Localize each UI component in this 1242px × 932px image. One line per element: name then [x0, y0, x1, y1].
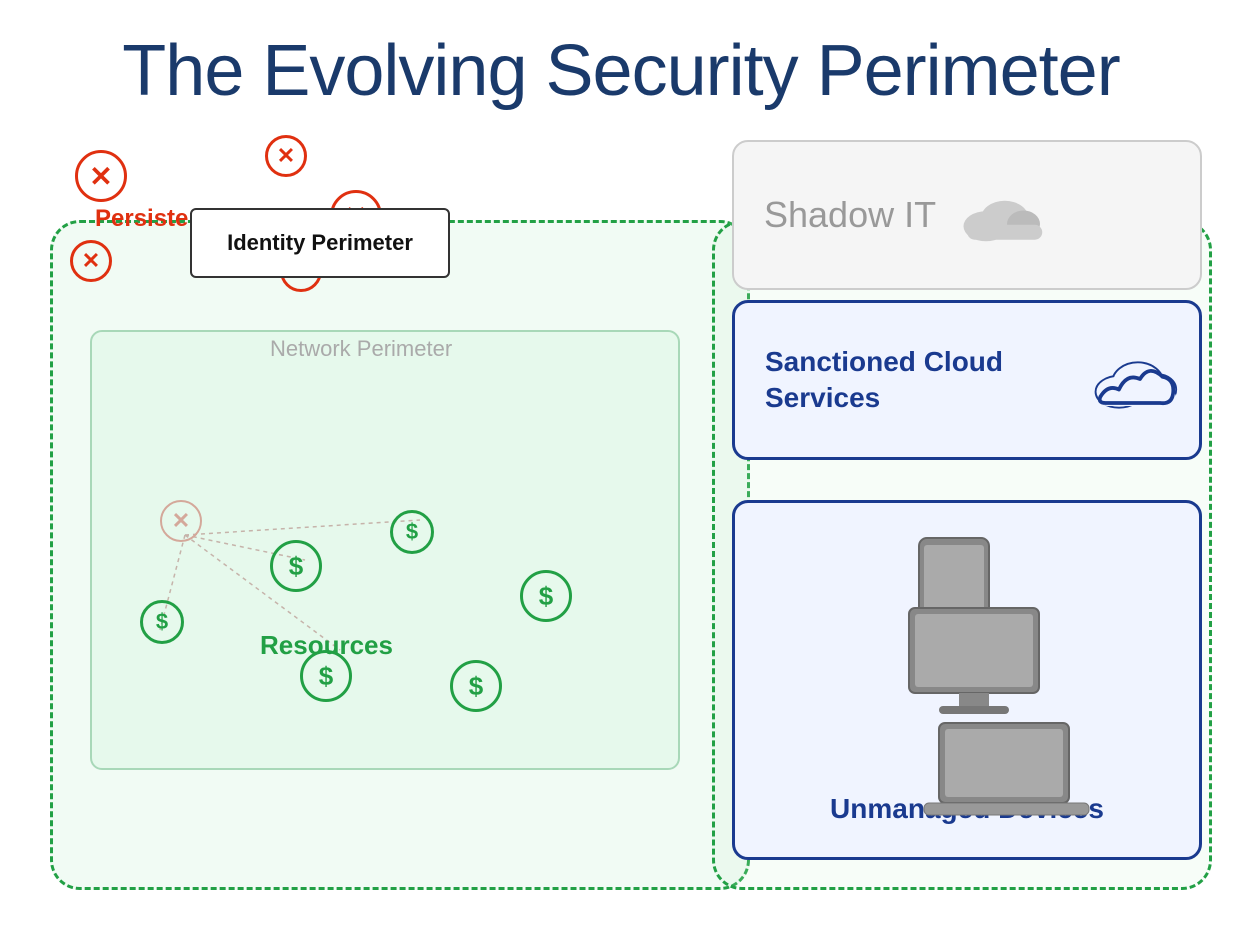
shadow-it-cloud-icon: [956, 185, 1046, 245]
sanctioned-cloud-label: Sanctioned Cloud Services: [765, 344, 1089, 417]
threat-x-1: ✕: [75, 150, 127, 202]
sanctioned-cloud-icon: [1089, 348, 1179, 413]
sanctioned-cloud-box: Sanctioned Cloud Services: [732, 300, 1202, 460]
laptop-icon: [919, 718, 1099, 828]
shadow-it-label: Shadow IT: [764, 194, 936, 236]
diagram-container: ✕ ✕ ✕ ✕ ✕ Persistent Threats Identity Pe…: [30, 140, 1212, 920]
identity-perimeter-box: Identity Perimeter: [190, 208, 450, 278]
identity-perimeter-label: Identity Perimeter: [227, 230, 413, 256]
threat-x-2: ✕: [265, 135, 307, 177]
resource-dollar-2: $: [390, 510, 434, 554]
right-panels: Shadow IT Sanctioned Cloud Services: [702, 140, 1212, 880]
faded-threat-x: ✕: [160, 500, 202, 542]
monitor-icon: [899, 603, 1059, 723]
resource-dollar-3: $: [520, 570, 572, 622]
resource-dollar-4: $: [140, 600, 184, 644]
network-perimeter-box: [90, 330, 680, 770]
network-perimeter-label: Network Perimeter: [270, 336, 452, 362]
unmanaged-devices-box: Unmanaged Devices: [732, 500, 1202, 860]
shadow-it-box: Shadow IT: [732, 140, 1202, 290]
resources-label: Resources: [260, 630, 393, 661]
threat-x-4: ✕: [70, 240, 112, 282]
resource-dollar-6: $: [450, 660, 502, 712]
resource-dollar-1: $: [270, 540, 322, 592]
page-title: The Evolving Security Perimeter: [0, 0, 1242, 112]
